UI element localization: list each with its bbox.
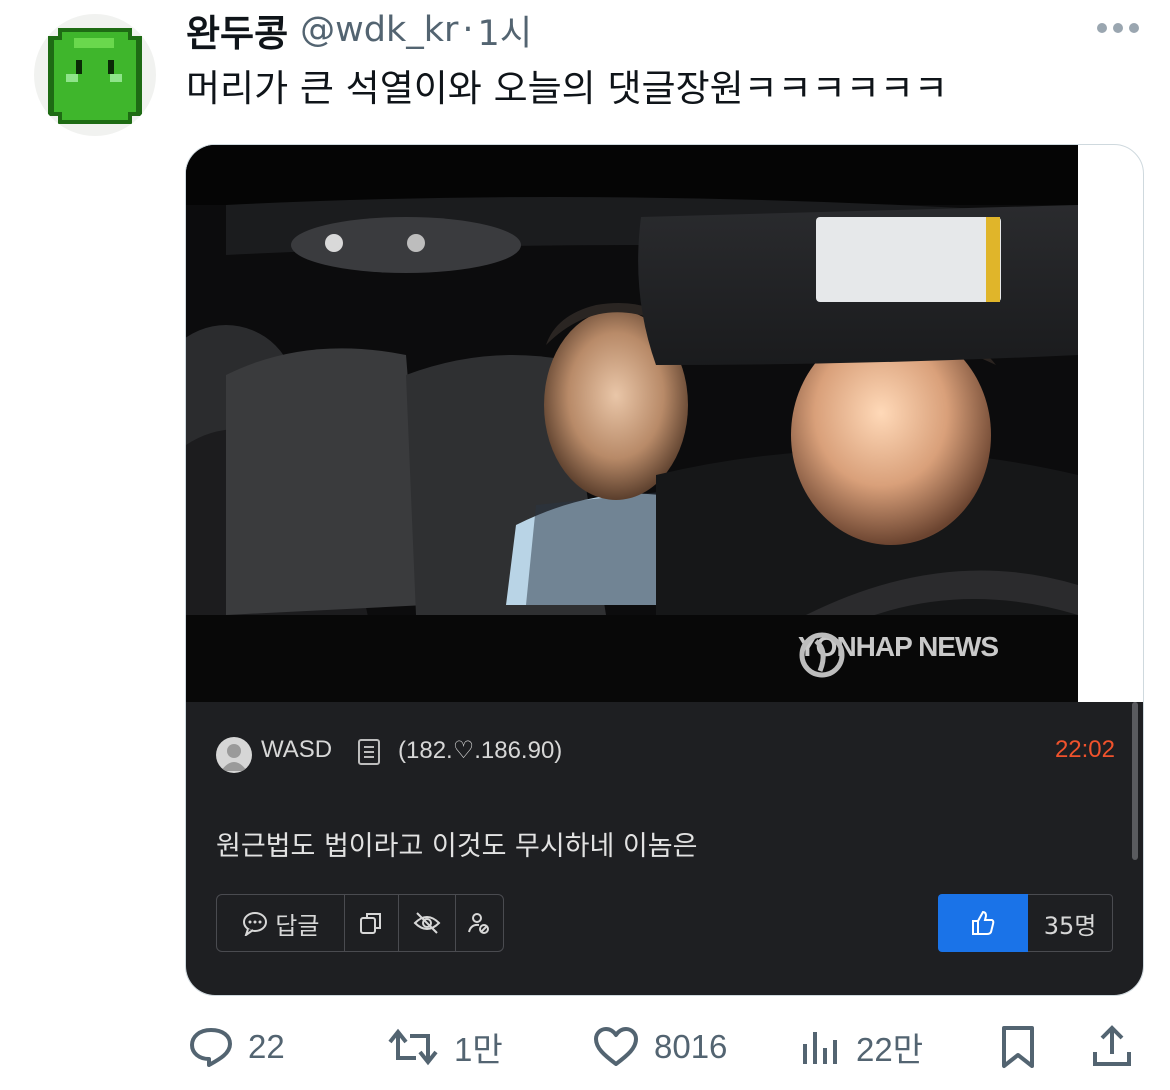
user-handle[interactable]: @wdk_kr [300,10,458,50]
reply-label: 답글 [275,911,320,940]
reply-button: 답글 [217,895,345,951]
display-name[interactable]: 완두콩 [186,3,288,57]
bookmark-icon [1002,1026,1034,1068]
yonhap-logo-icon [799,632,845,678]
share-action[interactable] [1090,1014,1148,1080]
memo-icon [358,739,380,765]
tweet-header: 완두콩 @wdk_kr · 1시 [186,4,532,56]
tweet-media[interactable]: YONHAP NEWS WASD (182.♡.186.90) 22:02 원근… [185,144,1144,996]
tweet-text: 머리가 큰 석열이와 오늘의 댓글장원ㅋㅋㅋㅋㅋㅋ [186,67,948,110]
view-count: 22만 [856,1031,924,1068]
pixel-pea-face-icon [48,28,142,124]
views-action[interactable]: 22만 [800,1014,923,1080]
share-icon [1093,1025,1131,1066]
news-photo: YONHAP NEWS [186,145,1078,702]
reply-action[interactable]: 22 [188,1014,285,1080]
comment-actions: 답글 [216,894,504,952]
user-block-icon [468,913,490,934]
analytics-icon [803,1032,837,1064]
commenter-ip: (182.♡.186.90) [398,737,563,764]
comment-card: WASD (182.♡.186.90) 22:02 원근법도 법이라고 이것도 … [186,702,1143,995]
yonhap-watermark: YONHAP NEWS [798,631,999,678]
reply-count: 22 [248,1028,285,1065]
copy-icon [360,913,382,934]
repost-icon [388,1028,438,1066]
like-action[interactable]: 8016 [592,1014,727,1080]
separator-dot: · [462,10,474,50]
commenter-name: WASD [261,736,333,763]
scrollbar[interactable] [1132,702,1138,860]
hide-button [399,895,456,951]
speech-bubble-icon [243,912,268,936]
reply-icon [190,1028,232,1067]
tweet-action-bar: 22 1만 8016 22만 [0,1014,1170,1080]
heart-icon [594,1027,638,1066]
like-count: 35명 [1028,894,1113,952]
repost-count: 1만 [454,1031,503,1068]
commenter-avatar [216,737,252,773]
eye-off-icon [413,912,441,934]
bookmark-action[interactable] [998,1014,1052,1080]
repost-action[interactable]: 1만 [386,1014,503,1080]
user-silhouette-icon [221,744,247,771]
comment-body: 원근법도 법이라고 이것도 무시하네 이놈은 [216,831,698,862]
comment-time: 22:02 [1054,736,1115,763]
more-horizontal-icon[interactable] [1094,16,1142,40]
tweet-time[interactable]: 1시 [478,5,532,56]
profile-avatar[interactable] [34,14,156,136]
thumbs-up-icon [972,910,995,935]
like-button [938,894,1028,952]
block-user-button [456,895,504,951]
like-count-action: 8016 [654,1028,728,1065]
copy-button [345,895,400,951]
